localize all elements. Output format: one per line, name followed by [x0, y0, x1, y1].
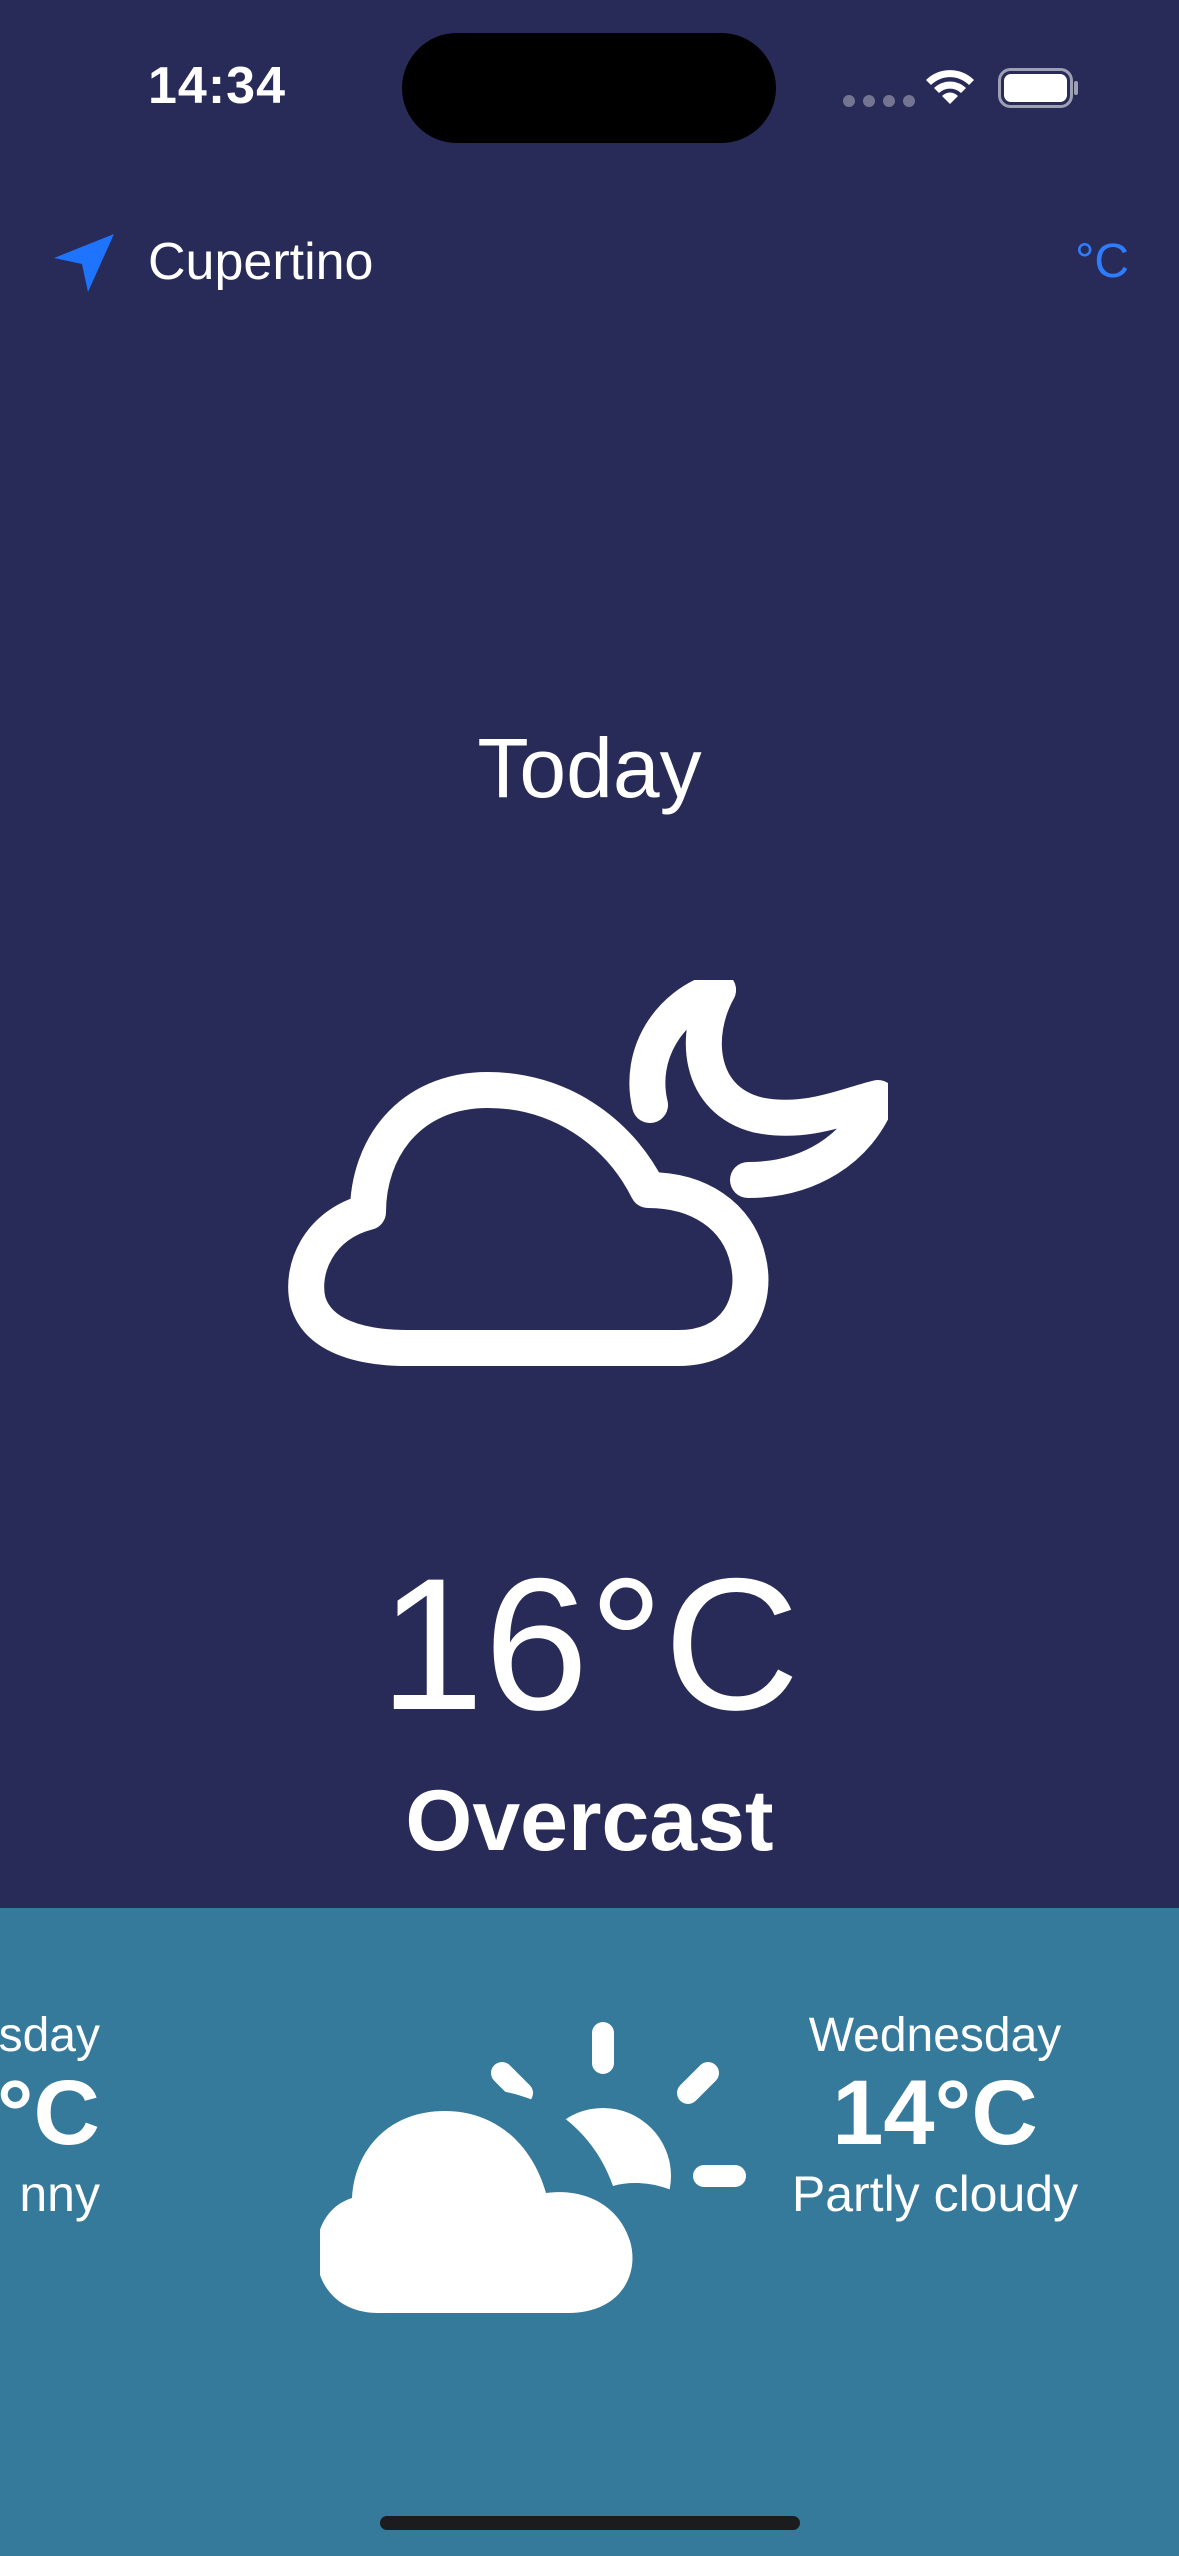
- location-arrow-icon[interactable]: [52, 230, 116, 294]
- forecast-card-next[interactable]: Wednesday 14°C Partly cloudy: [770, 2008, 1100, 2224]
- cellular-signal-icon: [843, 95, 915, 107]
- forecast-condition: nny: [19, 2166, 100, 2223]
- battery-icon: [998, 68, 1078, 108]
- city-name[interactable]: Cupertino: [148, 232, 373, 292]
- forecast-day: sday: [0, 2009, 100, 2062]
- forecast-carousel[interactable]: sday °C nny Wednesday 14°C Partly cloudy: [0, 1908, 1179, 2556]
- status-time: 14:34: [148, 57, 286, 115]
- home-indicator[interactable]: [380, 2516, 800, 2530]
- current-temperature: 16°C: [379, 1539, 800, 1749]
- cloud-sun-icon: [320, 2022, 746, 2313]
- cloud-moon-icon: [288, 980, 888, 1366]
- forecast-day: Wednesday: [808, 2009, 1062, 2062]
- dynamic-island: [402, 33, 776, 143]
- wifi-icon: [926, 70, 974, 104]
- forecast-condition: Partly cloudy: [791, 2166, 1079, 2223]
- unit-toggle-button[interactable]: °C: [1075, 234, 1129, 289]
- status-bar: 14:34: [0, 0, 1179, 170]
- forecast-temperature: °C: [0, 2062, 100, 2165]
- location-header: Cupertino °C: [0, 200, 1179, 330]
- forecast-card-previous[interactable]: sday °C nny: [0, 2008, 100, 2224]
- today-label: Today: [477, 721, 702, 815]
- current-condition: Overcast: [405, 1773, 774, 1869]
- forecast-temperature: 14°C: [832, 2062, 1038, 2165]
